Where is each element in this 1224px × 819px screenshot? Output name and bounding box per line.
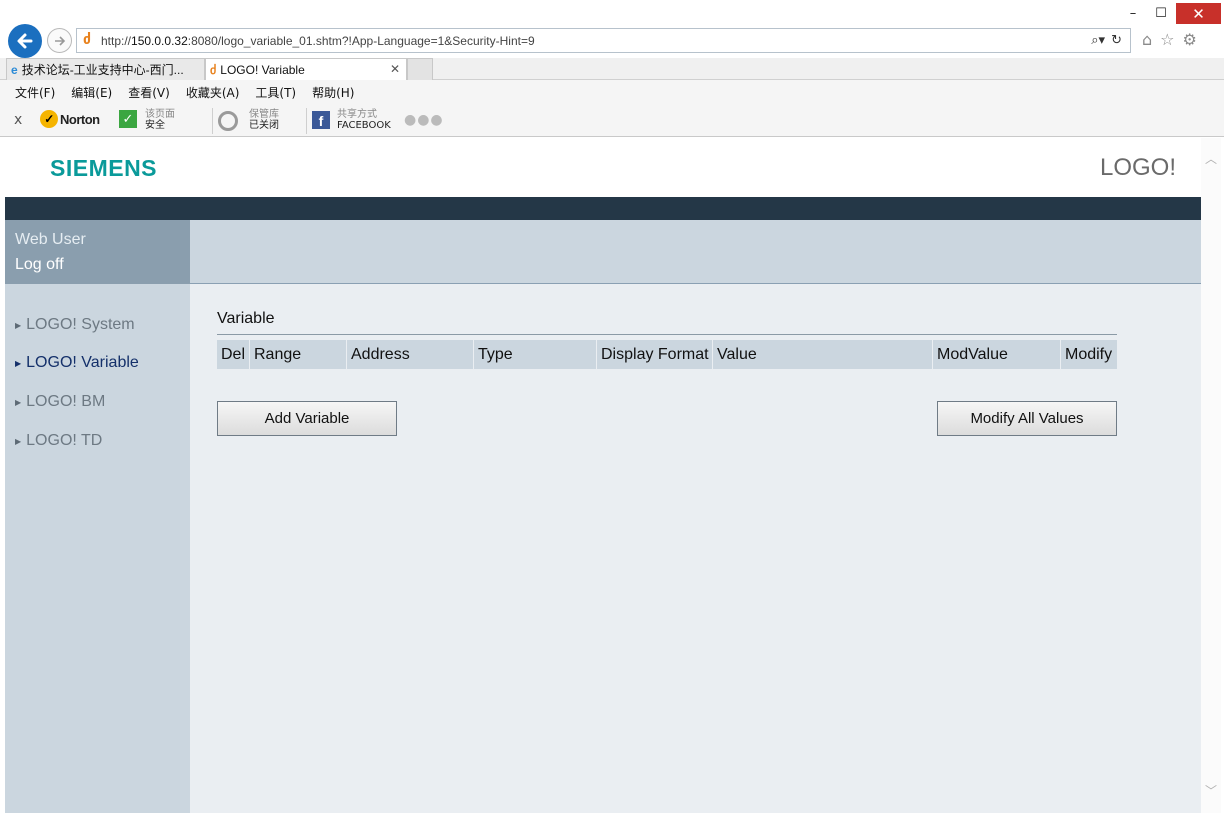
refresh-icon[interactable]: ↻: [1111, 33, 1122, 48]
tab-strip: e 技术论坛-工业支持中心-西门... ძ LOGO! Variable ✕: [0, 58, 1224, 80]
page-header: SIEMENS LOGO!: [5, 138, 1201, 197]
close-window-button[interactable]: ✕: [1176, 3, 1221, 24]
triangle-right-icon: ▶: [15, 397, 22, 407]
add-variable-button[interactable]: Add Variable: [217, 401, 397, 436]
vault-icon: [218, 111, 238, 131]
share-facebook[interactable]: 共享方式 FACEBOOK: [337, 109, 391, 131]
toolbar-divider: [306, 108, 307, 134]
modify-all-values-button[interactable]: Modify All Values: [937, 401, 1117, 436]
tab-forum[interactable]: e 技术论坛-工业支持中心-西门...: [6, 58, 205, 80]
logoff-link[interactable]: Log off: [15, 256, 64, 274]
site-icon: ძ: [210, 62, 217, 77]
tab-label: 技术论坛-工业支持中心-西门...: [21, 63, 184, 77]
menu-favorites[interactable]: 收藏夹(A): [186, 84, 240, 101]
variable-table-header: Del Range Address Type Display Format Va…: [217, 340, 1117, 369]
menu-tools[interactable]: 工具(T): [255, 84, 296, 101]
section-divider: [217, 334, 1117, 335]
arrow-left-icon: [17, 33, 33, 49]
favorites-star-icon[interactable]: ☆: [1160, 30, 1174, 49]
sidebar-item-logo-td[interactable]: ▶ LOGO! TD: [15, 432, 102, 450]
facebook-icon: f: [312, 111, 330, 129]
section-title: Variable: [217, 310, 275, 327]
menu-bar: 文件(F) 编辑(E) 查看(V) 收藏夹(A) 工具(T) 帮助(H): [0, 80, 1224, 104]
chevron-down-icon[interactable]: ﹀: [1205, 782, 1217, 799]
chevron-up-icon[interactable]: ︿: [1205, 150, 1217, 167]
triangle-right-icon: ▶: [15, 320, 22, 330]
maximize-button[interactable]: ☐: [1148, 3, 1174, 24]
sidebar-item-logo-variable[interactable]: ▶ LOGO! Variable: [15, 354, 139, 372]
column-header-modvalue: ModValue: [933, 340, 1060, 369]
brand-logo: SIEMENS: [50, 155, 158, 181]
arrow-right-icon: [54, 35, 65, 46]
sub-header-bar: [190, 220, 1201, 284]
more-options-icon[interactable]: ●●●: [404, 112, 444, 128]
toolbar-divider: [212, 108, 213, 134]
search-icon[interactable]: ⌕▾: [1091, 33, 1105, 48]
user-name: Web User: [15, 231, 86, 248]
menu-file[interactable]: 文件(F): [15, 84, 55, 101]
back-button[interactable]: [8, 24, 42, 58]
norton-logo[interactable]: ✓ Norton: [40, 110, 100, 128]
page-safety-status[interactable]: 该页面 安全: [145, 109, 175, 131]
gear-icon[interactable]: ⚙: [1183, 30, 1197, 49]
close-tab-icon[interactable]: ✕: [390, 62, 400, 76]
norton-toolbar: x ✓ Norton ✓ 该页面 安全 保管库 已关闭 f 共享方式 FACEB…: [0, 104, 1224, 137]
product-title: LOGO!: [1099, 154, 1176, 181]
sidebar-item-logo-bm[interactable]: ▶ LOGO! BM: [15, 393, 105, 411]
column-header-del: Del: [217, 340, 249, 369]
header-divider-bar: [5, 197, 1201, 220]
browser-window: – ☐ ✕ ძ http://150.0.0.32:8080/logo_vari…: [0, 0, 1224, 819]
title-bar: – ☐ ✕: [0, 0, 1224, 24]
column-header-address: Address: [347, 340, 473, 369]
column-header-modify: Modify: [1061, 340, 1117, 369]
tab-logo-variable[interactable]: ძ LOGO! Variable ✕: [205, 58, 407, 80]
triangle-right-icon: ▶: [15, 436, 22, 446]
close-toolbar-button[interactable]: x: [14, 112, 22, 128]
vault-status[interactable]: 保管库 已关闭: [249, 109, 279, 131]
menu-view[interactable]: 查看(V): [128, 84, 170, 101]
url-text: http://150.0.0.32:8080/logo_variable_01.…: [101, 34, 535, 48]
user-panel: Web User Log off: [5, 220, 190, 284]
triangle-right-icon: ▶: [15, 358, 22, 368]
forward-button[interactable]: [47, 28, 72, 53]
tab-label: LOGO! Variable: [220, 62, 305, 77]
navigation-bar: ძ http://150.0.0.32:8080/logo_variable_0…: [0, 24, 1224, 58]
address-bar[interactable]: ძ http://150.0.0.32:8080/logo_variable_0…: [76, 28, 1131, 53]
ie-icon: e: [11, 62, 18, 77]
safe-check-icon: ✓: [119, 110, 137, 128]
column-header-value: Value: [713, 340, 932, 369]
window-bottom-edge: [0, 813, 1224, 819]
menu-edit[interactable]: 编辑(E): [71, 84, 112, 101]
sidebar: ▶ LOGO! System ▶ LOGO! Variable ▶ LOGO! …: [5, 284, 190, 813]
vertical-scrollbar[interactable]: ︿ ﹀: [1201, 138, 1221, 813]
column-header-display-format: Display Format: [597, 340, 712, 369]
home-icon[interactable]: ⌂: [1142, 30, 1152, 49]
sidebar-item-logo-system[interactable]: ▶ LOGO! System: [15, 316, 135, 334]
site-icon: ძ: [83, 32, 91, 48]
column-header-type: Type: [474, 340, 596, 369]
norton-check-icon: ✓: [40, 110, 58, 128]
web-page: SIEMENS LOGO! Web User Log off ▶ LOGO! S…: [5, 138, 1201, 813]
menu-help[interactable]: 帮助(H): [312, 84, 354, 101]
minimize-button[interactable]: –: [1120, 3, 1146, 24]
column-header-range: Range: [250, 340, 346, 369]
new-tab-button[interactable]: [407, 58, 433, 80]
